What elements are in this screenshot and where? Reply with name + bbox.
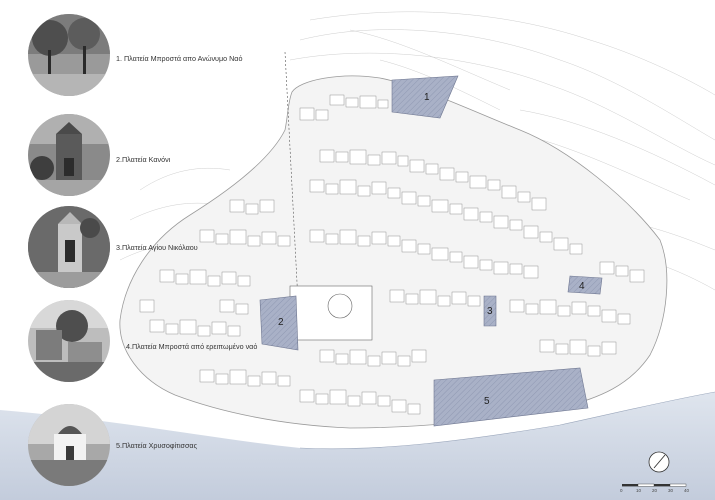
scale-tick-40: 40 — [684, 488, 690, 493]
square-number-1: 1 — [424, 92, 430, 103]
legend-label-1: 1. Πλατεία Μπροστά απο Ανώνυμο Ναό — [116, 54, 243, 63]
scale-tick-10: 10 — [636, 488, 642, 493]
legend-label-2: 2.Πλατεία Κανόνι — [116, 155, 171, 164]
scale-tick-30: 30 — [668, 488, 674, 493]
photo-square-3 — [28, 206, 110, 288]
scale-tick-20: 20 — [652, 488, 658, 493]
legend-label-5: 5.Πλατεία Χρυσοφίτισσας — [116, 441, 198, 450]
legend-label-4: 4.Πλατεία Μπροστά από ερειπωμένο ναό — [126, 342, 258, 351]
photo-square-1 — [28, 14, 110, 96]
photo-square-4 — [28, 300, 110, 382]
square-number-3: 3 — [487, 306, 493, 317]
square-number-2: 2 — [278, 317, 284, 328]
square-number-4: 4 — [579, 281, 585, 292]
photo-square-5 — [28, 404, 110, 486]
square-4 — [567, 275, 603, 295]
photo-square-2 — [28, 114, 110, 196]
north-arrow-icon — [648, 451, 670, 473]
square-number-5: 5 — [484, 396, 490, 407]
legend-label-3: 3.Πλατεία Αγίου Νικόλαου — [116, 243, 198, 252]
